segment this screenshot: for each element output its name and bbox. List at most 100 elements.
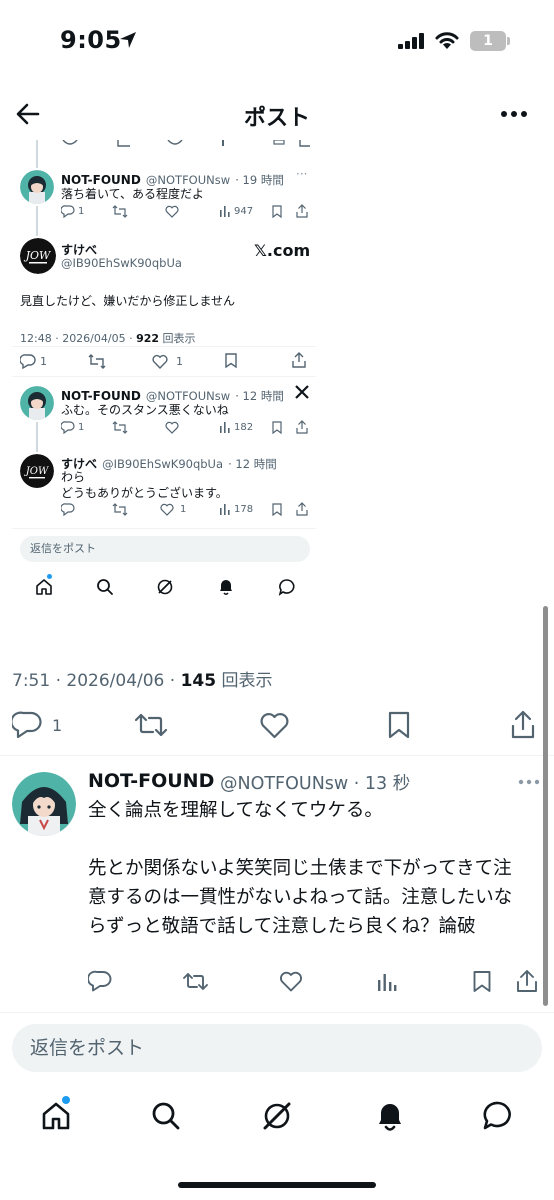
bookmark-icon[interactable] <box>387 711 411 739</box>
battery-indicator: 1 <box>470 31 506 51</box>
repost-icon[interactable] <box>112 205 128 218</box>
post-view-count: 145 <box>180 671 217 691</box>
views-icon[interactable] <box>220 422 230 433</box>
divider <box>12 376 316 377</box>
reply-count: 1 <box>40 355 47 368</box>
tweet-time: · 12 時間 <box>228 457 277 471</box>
repost-icon[interactable] <box>112 503 128 516</box>
avatar[interactable]: JOW <box>20 238 56 274</box>
like-count: 1 <box>176 355 183 368</box>
grok-icon <box>157 579 173 595</box>
tweet-text: わら どうもありがとうございます。 <box>61 470 228 500</box>
svg-text:JOW: JOW <box>24 466 49 477</box>
share-icon[interactable] <box>296 204 308 218</box>
bell-icon <box>220 580 232 596</box>
reply-input[interactable]: 返信をポスト <box>12 1024 542 1072</box>
like-icon[interactable] <box>160 503 174 516</box>
bell-icon[interactable] <box>374 1099 406 1133</box>
repost-icon[interactable] <box>134 712 168 738</box>
bookmark-icon[interactable] <box>225 353 237 368</box>
avatar[interactable]: JOW <box>20 454 54 488</box>
search-icon <box>97 579 113 595</box>
bookmark-icon[interactable] <box>472 970 492 993</box>
notification-dot <box>62 1096 70 1104</box>
reply-icon[interactable] <box>61 421 75 434</box>
tweet-timestamp: 12:48 · 2026/04/05 · <box>20 332 137 345</box>
reply-count: 1 <box>78 422 85 433</box>
like-icon[interactable] <box>259 712 290 739</box>
share-icon[interactable] <box>292 352 306 368</box>
view-label: 回表示 <box>159 332 196 345</box>
repost-icon[interactable] <box>112 421 128 434</box>
reply-icon[interactable] <box>20 354 36 369</box>
reply-icon[interactable] <box>88 970 112 992</box>
share-icon[interactable] <box>296 502 308 516</box>
cellular-signal-icon <box>398 33 424 49</box>
tweet-time: · 12 時間 <box>235 389 284 403</box>
like-icon[interactable] <box>152 354 168 369</box>
reply-icon[interactable] <box>61 503 75 516</box>
reply-icon[interactable] <box>61 205 75 218</box>
repost-icon[interactable] <box>182 971 209 992</box>
status-time: 9:05 <box>60 26 122 54</box>
reply-count: 1 <box>52 716 63 735</box>
divider <box>0 1012 554 1013</box>
share-icon[interactable] <box>296 420 308 434</box>
like-icon[interactable] <box>165 421 179 434</box>
tweet-text: 見直したけど、嫌いだから修正しません <box>20 294 236 308</box>
more-options-icon[interactable] <box>500 110 528 118</box>
wifi-icon <box>435 32 459 49</box>
location-arrow-icon <box>120 32 136 48</box>
more-options-icon[interactable] <box>518 779 540 785</box>
grok-icon[interactable] <box>260 1099 294 1133</box>
home-indicator[interactable] <box>178 1182 376 1188</box>
author-handle[interactable]: @NOTFOUNsw · 13 秒 <box>220 770 410 795</box>
page-title: ポスト <box>243 106 310 131</box>
tweet-text: 落ち着いて、ある程度だよ <box>61 187 205 201</box>
bookmark-icon[interactable] <box>272 421 282 434</box>
divider <box>0 755 554 756</box>
repost-icon[interactable] <box>88 354 106 369</box>
divider <box>12 346 316 347</box>
view-count: 922 <box>136 332 160 345</box>
bookmark-icon[interactable] <box>272 503 282 516</box>
embedded-reply-input: 返信をポスト <box>20 536 310 562</box>
views-icon[interactable] <box>220 504 230 515</box>
views-icon[interactable] <box>377 972 397 992</box>
reply-icon[interactable] <box>12 711 42 739</box>
messages-icon <box>278 579 295 596</box>
x-logo-icon <box>295 385 309 399</box>
like-icon[interactable] <box>279 971 303 992</box>
tweet-meta: 12:48 · 2026/04/05 · 922 回表示 <box>20 330 196 346</box>
reply-count: 1 <box>78 206 85 217</box>
share-icon[interactable] <box>510 710 536 739</box>
messages-icon[interactable] <box>482 1100 514 1132</box>
battery-tip <box>507 37 510 45</box>
svg-text:JOW: JOW <box>24 249 52 262</box>
scrollbar[interactable] <box>543 606 548 1006</box>
xcom-watermark: 𝕏.com <box>254 241 311 260</box>
more-icon[interactable]: ··· <box>296 167 307 181</box>
thread-line <box>36 206 38 236</box>
divider <box>12 528 316 529</box>
share-icon[interactable] <box>516 969 538 993</box>
tweet-time: · 19 時間 <box>235 173 284 187</box>
views-icon[interactable] <box>220 206 230 217</box>
avatar[interactable] <box>20 170 54 204</box>
like-icon[interactable] <box>165 205 179 218</box>
author-name[interactable]: NOT-FOUND <box>88 770 214 792</box>
bookmark-icon[interactable] <box>272 205 282 218</box>
search-icon[interactable] <box>150 1100 182 1132</box>
author-handle: @IB90EhSwK90qbUa <box>61 256 182 270</box>
post-body: 全く論点を理解してなくてウケる。 先とか関係ないよ笑笑同じ土俵まで下がってきて注… <box>88 800 513 937</box>
view-count: 182 <box>234 422 254 433</box>
tweet-text: ふむ。そのスタンス悪くないね <box>61 403 229 417</box>
home-icon <box>36 579 52 595</box>
avatar[interactable] <box>20 386 54 420</box>
thread-line <box>36 422 38 452</box>
view-count: 178 <box>234 504 254 515</box>
avatar[interactable] <box>12 772 76 836</box>
home-icon[interactable] <box>40 1100 72 1132</box>
notification-dot <box>47 574 52 579</box>
thread-line <box>36 140 38 168</box>
